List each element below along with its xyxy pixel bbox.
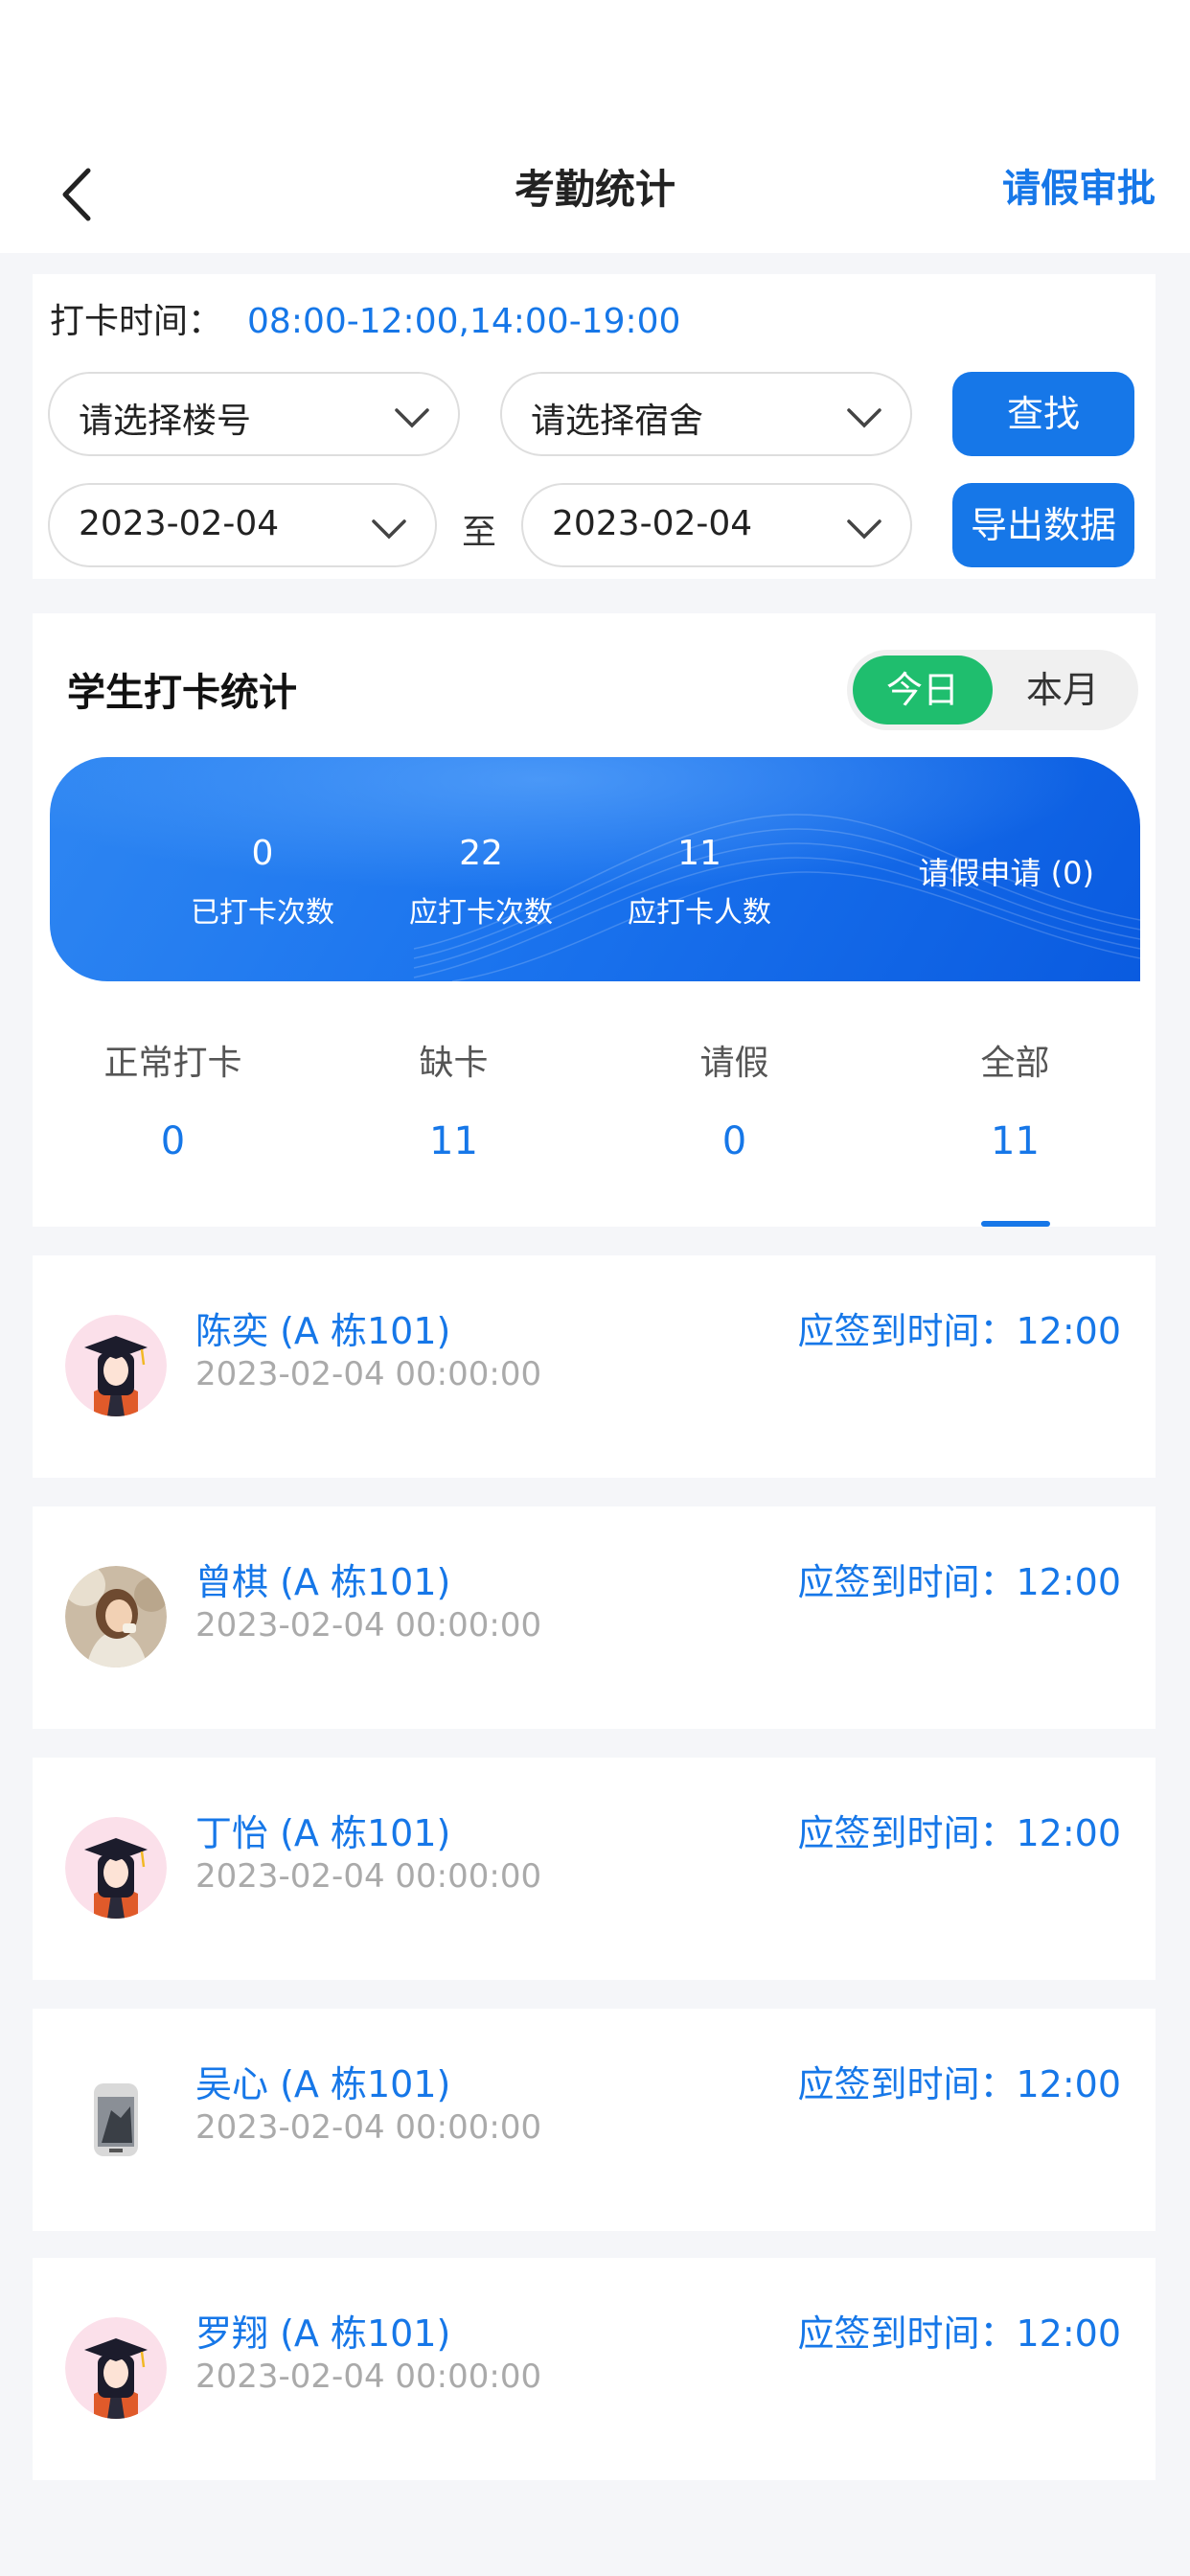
checked-count: 0 (251, 834, 274, 873)
tab-missing[interactable]: 缺卡 11 (313, 1006, 594, 1163)
date-range-separator: 至 (462, 513, 497, 552)
status-tabs: 正常打卡 0 缺卡 11 请假 0 全部 11 (33, 1006, 1156, 1227)
period-toggle: 今日 本月 (847, 650, 1138, 730)
tab-count: 0 (721, 1119, 747, 1163)
filter-panel: 打卡时间： 08:00-12:00,14:00-19:00 请选择楼号 请选择宿舍… (33, 274, 1156, 579)
record-date: 2023-02-04 00:00:00 (195, 1355, 542, 1393)
toggle-month[interactable]: 本月 (993, 656, 1133, 724)
due-time: 应签到时间：12:00 (797, 1561, 1121, 1603)
tab-leave[interactable]: 请假 0 (594, 1006, 875, 1163)
status-bar (0, 0, 1190, 144)
search-button[interactable]: 查找 (952, 372, 1134, 456)
record-card[interactable]: 罗翔 (A 栋101) 2023-02-04 00:00:00 应签到时间：12… (33, 2258, 1156, 2480)
due-time: 应签到时间：12:00 (797, 2312, 1121, 2355)
tab-count: 0 (160, 1119, 186, 1163)
tab-label: 请假 (699, 1044, 769, 1083)
people-count: 11 (677, 834, 721, 873)
student-name: 陈奕 (A 栋101) (195, 1310, 451, 1352)
tab-label: 正常打卡 (103, 1044, 242, 1083)
export-button[interactable]: 导出数据 (952, 483, 1134, 567)
chevron-down-icon (847, 519, 881, 540)
start-date-text: 2023-02-04 (79, 504, 280, 543)
tab-count: 11 (991, 1119, 1040, 1163)
stats-title: 学生打卡统计 (67, 671, 297, 715)
chevron-down-icon (395, 408, 429, 428)
toggle-today[interactable]: 今日 (853, 656, 993, 724)
graduate-avatar-icon (65, 1817, 167, 1919)
record-date: 2023-02-04 00:00:00 (195, 1606, 542, 1644)
building-select-text: 请选择楼号 (79, 402, 252, 441)
student-name: 吴心 (A 栋101) (195, 2063, 451, 2105)
leave-approval-link[interactable]: 请假审批 (1002, 157, 1156, 213)
active-tab-indicator (981, 1221, 1050, 1227)
building-select[interactable]: 请选择楼号 (48, 372, 460, 456)
figure-avatar-icon (65, 2068, 167, 2170)
dorm-select[interactable]: 请选择宿舍 (500, 372, 912, 456)
stats-banner: 0 已打卡次数 22 应打卡次数 11 应打卡人数 请假申请 (0) (50, 757, 1140, 981)
end-date-select[interactable]: 2023-02-04 (521, 483, 912, 567)
nav-bar: 考勤统计 请假审批 (0, 144, 1190, 253)
student-name: 罗翔 (A 栋101) (195, 2312, 451, 2355)
record-card[interactable]: 陈奕 (A 栋101) 2023-02-04 00:00:00 应签到时间：12… (33, 1255, 1156, 1478)
due-time: 应签到时间：12:00 (797, 2063, 1121, 2105)
chevron-down-icon (372, 519, 406, 540)
photo-avatar-icon (65, 1566, 167, 1668)
graduate-avatar-icon (65, 1315, 167, 1416)
end-date-text: 2023-02-04 (552, 504, 753, 543)
record-date: 2023-02-04 00:00:00 (195, 2108, 542, 2147)
record-card[interactable]: 吴心 (A 栋101) 2023-02-04 00:00:00 应签到时间：12… (33, 2009, 1156, 2231)
punch-time-label: 打卡时间： (50, 302, 223, 341)
tab-normal[interactable]: 正常打卡 0 (33, 1006, 313, 1163)
due-time: 应签到时间：12:00 (797, 1310, 1121, 1352)
people-label: 应打卡人数 (628, 896, 771, 930)
record-card[interactable]: 丁怡 (A 栋101) 2023-02-04 00:00:00 应签到时间：12… (33, 1758, 1156, 1980)
student-name: 曾棋 (A 栋101) (195, 1561, 451, 1603)
leave-request-link[interactable]: 请假申请 (0) (918, 849, 1094, 893)
should-count-stat: 22 应打卡次数 (376, 834, 586, 931)
tab-count: 11 (429, 1119, 478, 1163)
record-card[interactable]: 曾棋 (A 栋101) 2023-02-04 00:00:00 应签到时间：12… (33, 1506, 1156, 1729)
chevron-down-icon (847, 408, 881, 428)
record-date: 2023-02-04 00:00:00 (195, 2358, 542, 2396)
tab-label: 全部 (980, 1044, 1050, 1083)
people-count-stat: 11 应打卡人数 (594, 834, 805, 931)
dorm-select-text: 请选择宿舍 (531, 402, 704, 441)
start-date-select[interactable]: 2023-02-04 (48, 483, 437, 567)
due-time: 应签到时间：12:00 (797, 1812, 1121, 1854)
graduate-avatar-icon (65, 2317, 167, 2419)
punch-time-row: 打卡时间： 08:00-12:00,14:00-19:00 (50, 293, 680, 343)
stats-card: 学生打卡统计 今日 本月 0 已打卡次数 22 应打卡次数 11 应打卡人数 请… (33, 613, 1156, 1227)
student-name: 丁怡 (A 栋101) (195, 1812, 451, 1854)
punch-time-value: 08:00-12:00,14:00-19:00 (247, 302, 681, 341)
tab-all[interactable]: 全部 11 (875, 1006, 1156, 1163)
tab-label: 缺卡 (419, 1044, 489, 1083)
checked-label: 已打卡次数 (191, 896, 334, 930)
checked-count-stat: 0 已打卡次数 (157, 834, 368, 931)
should-label: 应打卡次数 (409, 896, 553, 930)
should-count: 22 (459, 834, 503, 873)
record-date: 2023-02-04 00:00:00 (195, 1857, 542, 1896)
